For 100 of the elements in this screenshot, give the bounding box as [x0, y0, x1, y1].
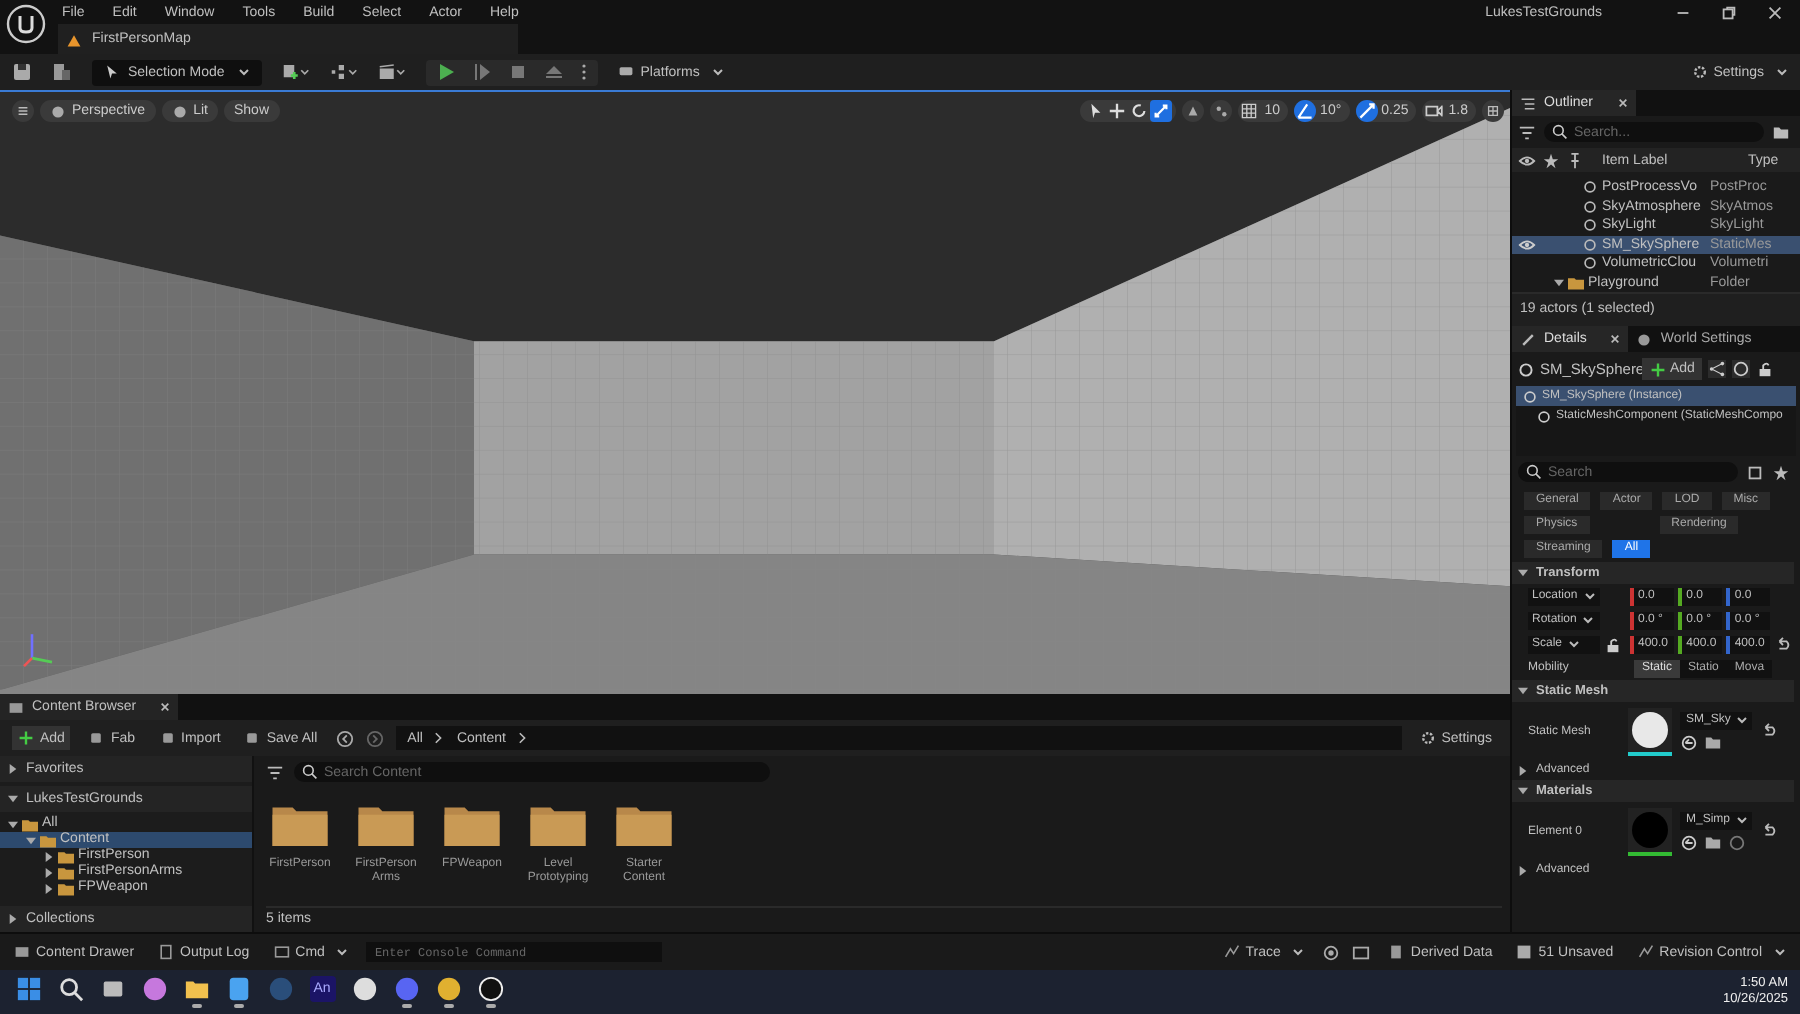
grid-snap-icon[interactable]	[1238, 100, 1261, 122]
folder-add-icon[interactable]	[1772, 123, 1790, 141]
record-icon[interactable]	[1322, 943, 1341, 961]
browse-icon[interactable]	[1704, 833, 1722, 851]
caret-icon	[336, 948, 349, 956]
move-tool-button[interactable]	[1106, 100, 1129, 122]
expand-arrow-icon	[1518, 765, 1528, 775]
menu-icon[interactable]	[12, 100, 34, 122]
folder-icon[interactable]	[614, 802, 674, 846]
scale-tool-button[interactable]	[1150, 100, 1173, 122]
caret-icon	[1774, 948, 1786, 956]
caret-icon	[711, 68, 724, 76]
expand-arrow-icon	[8, 764, 18, 774]
star-icon[interactable]	[1542, 151, 1560, 169]
axis-icon	[23, 634, 53, 667]
reset-icon[interactable]	[1760, 722, 1778, 740]
angle-snap-icon[interactable]	[1294, 100, 1317, 122]
browse-icon[interactable]	[1704, 733, 1722, 751]
folder-icon[interactable]	[528, 802, 588, 846]
folder-icon[interactable]	[270, 802, 330, 846]
grid-icon[interactable]	[1746, 463, 1764, 481]
pin-icon[interactable]	[1566, 151, 1584, 169]
close-icon[interactable]	[160, 702, 171, 712]
back-icon[interactable]	[335, 729, 354, 747]
camera-snap-icon[interactable]	[1422, 100, 1445, 122]
caret-icon	[1582, 616, 1595, 624]
list-icon	[1520, 95, 1536, 111]
folder-icon[interactable]	[442, 802, 502, 846]
material-thumbnail[interactable]	[1628, 807, 1672, 855]
graph-icon	[1223, 944, 1240, 960]
app-icon[interactable]	[351, 976, 377, 1002]
layout-icon[interactable]	[1482, 100, 1504, 122]
expand-arrow-icon[interactable]	[44, 867, 54, 877]
app-icon[interactable]	[477, 976, 503, 1002]
caret-icon	[1583, 592, 1596, 600]
use-selected-icon[interactable]	[1680, 833, 1698, 851]
close-icon[interactable]	[1766, 4, 1784, 22]
windows-icon[interactable]	[99, 976, 125, 1002]
snap-options-icon[interactable]	[1210, 100, 1233, 122]
lock-icon[interactable]	[1756, 360, 1775, 378]
use-selected-icon[interactable]	[1680, 733, 1698, 751]
expand-arrow-icon[interactable]	[26, 835, 36, 845]
folder-icon[interactable]	[356, 802, 416, 846]
pointer-icon	[104, 64, 120, 80]
action-icon	[88, 730, 105, 746]
action-icon	[159, 730, 176, 746]
step-icon[interactable]	[472, 62, 493, 82]
start-icon[interactable]	[15, 976, 41, 1002]
collapse-arrow-icon	[8, 794, 18, 804]
expand-arrow-icon	[8, 914, 18, 924]
screenshot-icon[interactable]	[1352, 943, 1371, 961]
lock-icon[interactable]	[1604, 635, 1623, 653]
more-icon[interactable]	[580, 62, 589, 82]
search-icon[interactable]	[57, 976, 83, 1002]
filter-icon[interactable]	[266, 763, 284, 781]
restore-icon[interactable]	[1720, 4, 1738, 22]
engine-logo-icon[interactable]	[6, 4, 46, 44]
forward-icon[interactable]	[365, 729, 384, 747]
action-icon	[244, 730, 261, 746]
chevron-icon	[434, 730, 445, 746]
sphere-thumbnail[interactable]	[1628, 707, 1672, 755]
plus-icon	[18, 730, 34, 746]
pencil-icon	[1520, 331, 1536, 347]
eye-icon[interactable]	[1518, 151, 1536, 169]
eject-icon[interactable]	[544, 62, 565, 82]
share-icon[interactable]	[1708, 360, 1727, 378]
reset-icon[interactable]	[1774, 635, 1793, 653]
close-icon[interactable]	[1610, 334, 1621, 344]
level-icon	[66, 31, 82, 47]
collapse-arrow-icon	[1518, 786, 1528, 796]
caret-icon	[1568, 640, 1581, 648]
settings-icon	[1419, 730, 1436, 746]
caret-icon	[1292, 948, 1305, 956]
expand-arrow-icon	[1518, 865, 1528, 875]
graph-icon	[1637, 944, 1654, 960]
chevron-icon	[517, 730, 528, 746]
reset-icon[interactable]	[1760, 822, 1778, 840]
settings-icon	[1691, 64, 1708, 80]
expand-arrow-icon[interactable]	[1554, 277, 1564, 288]
play-icon[interactable]	[436, 62, 457, 82]
stop-icon[interactable]	[508, 62, 529, 82]
close-icon[interactable]	[1617, 98, 1628, 108]
terminal-icon	[273, 944, 290, 960]
clapperboard-icon[interactable]	[378, 62, 407, 82]
surface-snap-icon[interactable]	[1182, 100, 1205, 122]
star-icon[interactable]	[1772, 463, 1790, 481]
filter-icon[interactable]	[1518, 123, 1536, 141]
app-icon[interactable]	[435, 976, 461, 1002]
caret-icon	[1736, 816, 1749, 824]
expand-arrow-icon[interactable]	[8, 819, 18, 829]
expand-arrow-icon[interactable]	[44, 883, 54, 893]
collapse-arrow-icon	[1518, 686, 1528, 696]
rotate-tool-button[interactable]	[1128, 100, 1151, 122]
eye-icon[interactable]	[1518, 235, 1536, 254]
caret-icon	[1776, 68, 1788, 76]
folder-icon[interactable]	[183, 976, 209, 1002]
app-icon[interactable]	[225, 976, 251, 1002]
collapse-arrow-icon	[1518, 568, 1528, 578]
expand-arrow-icon[interactable]	[44, 851, 54, 861]
add-actor-icon[interactable]	[282, 62, 311, 82]
